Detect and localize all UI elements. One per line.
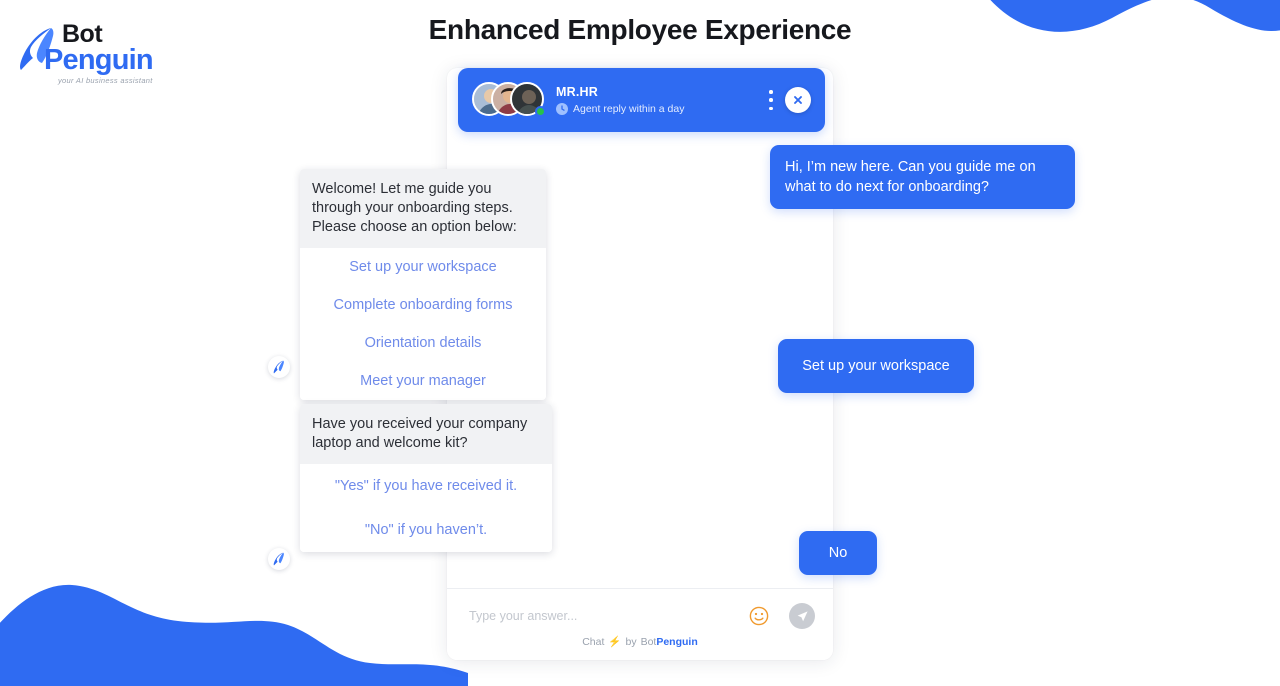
quick-reply-option[interactable]: Meet your manager bbox=[300, 362, 546, 400]
chat-agent-name: MR.HR bbox=[556, 85, 598, 99]
bot-message-text: Welcome! Let me guide you through your o… bbox=[300, 169, 546, 248]
quick-reply-option[interactable]: "Yes" if you have received it. bbox=[300, 464, 552, 508]
clock-icon bbox=[556, 103, 568, 115]
quick-reply-option[interactable]: Complete onboarding forms bbox=[300, 286, 546, 324]
kebab-menu-icon[interactable] bbox=[769, 90, 773, 110]
user-message-bubble[interactable]: Set up your workspace bbox=[778, 339, 974, 393]
chat-status-text: Agent reply within a day bbox=[573, 103, 685, 115]
chat-header-actions bbox=[769, 87, 811, 113]
chat-composer: Chat ⚡ by BotPenguin bbox=[447, 588, 833, 660]
user-message-bubble[interactable]: No bbox=[799, 531, 877, 575]
footer-brand: BotPenguin bbox=[641, 636, 698, 648]
bot-message-card: Have you received your company laptop an… bbox=[300, 404, 552, 552]
quick-reply-option[interactable]: Orientation details bbox=[300, 324, 546, 362]
footer-brand-penguin: Penguin bbox=[656, 635, 698, 648]
chat-header: MR.HR Agent reply within a day bbox=[458, 68, 825, 132]
footer-by-label: by bbox=[625, 635, 637, 648]
close-icon[interactable] bbox=[785, 87, 811, 113]
page-root: Bot Penguin your AI business assistant E… bbox=[0, 0, 1280, 686]
bot-avatar-icon bbox=[268, 356, 290, 378]
chat-status-row: Agent reply within a day bbox=[556, 103, 769, 115]
agent-avatar-group bbox=[472, 82, 546, 118]
chat-header-text: MR.HR Agent reply within a day bbox=[556, 85, 769, 115]
user-message-bubble[interactable]: Hi, I’m new here. Can you guide me on wh… bbox=[770, 145, 1075, 209]
message-input[interactable] bbox=[469, 609, 749, 623]
online-status-dot bbox=[535, 106, 546, 117]
composer-row bbox=[469, 601, 815, 631]
quick-reply-option[interactable]: Set up your workspace bbox=[300, 248, 546, 286]
send-paper-plane-icon[interactable] bbox=[789, 603, 815, 629]
footer-chat-label: Chat bbox=[582, 635, 605, 648]
composer-footer: Chat ⚡ by BotPenguin bbox=[447, 635, 833, 649]
bot-message-card: Welcome! Let me guide you through your o… bbox=[300, 169, 546, 400]
bot-message-text: Have you received your company laptop an… bbox=[300, 404, 552, 464]
bot-avatar-icon bbox=[268, 548, 290, 570]
bolt-icon: ⚡ bbox=[608, 636, 622, 648]
quick-reply-option[interactable]: "No" if you haven’t. bbox=[300, 508, 552, 552]
emoji-smiley-icon[interactable] bbox=[749, 606, 769, 626]
footer-brand-bot: Bot bbox=[640, 635, 657, 648]
